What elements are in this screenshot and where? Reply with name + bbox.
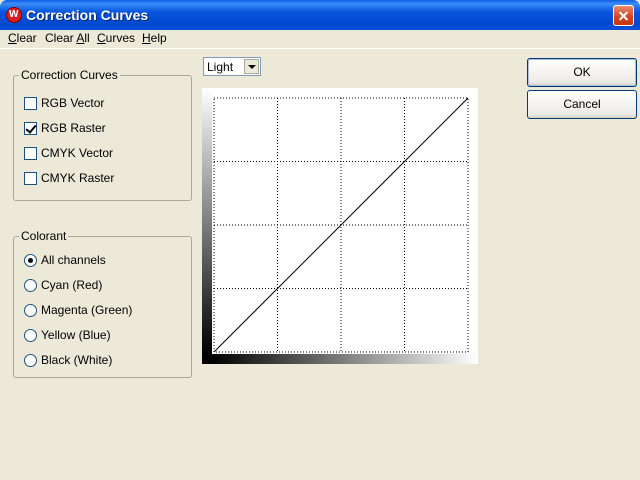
colorant-group-title: Colorant xyxy=(19,229,69,243)
magenta-label: Magenta (Green) xyxy=(41,303,133,317)
curve-editor[interactable] xyxy=(202,88,478,364)
rgb-raster-label: RGB Raster xyxy=(41,121,106,135)
menu-divider xyxy=(0,48,640,49)
menu-help[interactable]: Help xyxy=(142,31,167,45)
yellow-radio[interactable] xyxy=(24,329,37,342)
rgb-vector-checkbox[interactable] xyxy=(24,97,37,110)
correction-curves-dialog: Correction Curves Clear Clear All Curves… xyxy=(0,0,640,480)
cmyk-vector-label: CMYK Vector xyxy=(41,146,114,160)
cmyk-vector-checkbox[interactable] xyxy=(24,147,37,160)
correction-curve-line[interactable] xyxy=(213,97,469,353)
correction-curves-group-title: Correction Curves xyxy=(19,68,120,82)
menu-curves[interactable]: Curves xyxy=(97,31,135,45)
menu-clear[interactable]: Clear xyxy=(8,31,37,45)
rgb-raster-checkbox[interactable] xyxy=(24,122,37,135)
menu-bar: Clear Clear All Curves Help xyxy=(0,30,640,48)
yellow-label: Yellow (Blue) xyxy=(41,328,111,342)
window-title: Correction Curves xyxy=(26,7,149,23)
cmyk-raster-label: CMYK Raster xyxy=(41,171,115,185)
cyan-radio[interactable] xyxy=(24,279,37,292)
ok-button[interactable]: OK xyxy=(527,58,637,87)
gradient-corner xyxy=(202,354,212,364)
all-channels-radio[interactable] xyxy=(24,254,37,267)
title-bar[interactable]: Correction Curves xyxy=(0,0,640,30)
menu-clear-all[interactable]: Clear All xyxy=(45,31,90,45)
cmyk-raster-checkbox[interactable] xyxy=(24,172,37,185)
mode-dropdown[interactable]: Light xyxy=(203,57,261,76)
rgb-vector-label: RGB Vector xyxy=(41,96,105,110)
cancel-button[interactable]: Cancel xyxy=(527,90,637,119)
close-icon[interactable] xyxy=(613,5,634,26)
input-gradient-strip xyxy=(202,88,212,354)
black-label: Black (White) xyxy=(41,353,113,367)
magenta-radio[interactable] xyxy=(24,304,37,317)
chevron-down-icon[interactable] xyxy=(244,59,259,74)
app-icon xyxy=(6,7,22,23)
output-gradient-strip xyxy=(212,354,478,364)
mode-dropdown-value: Light xyxy=(207,60,234,74)
black-radio[interactable] xyxy=(24,354,37,367)
curve-svg[interactable] xyxy=(202,88,478,364)
all-channels-label: All channels xyxy=(41,253,106,267)
cyan-label: Cyan (Red) xyxy=(41,278,103,292)
